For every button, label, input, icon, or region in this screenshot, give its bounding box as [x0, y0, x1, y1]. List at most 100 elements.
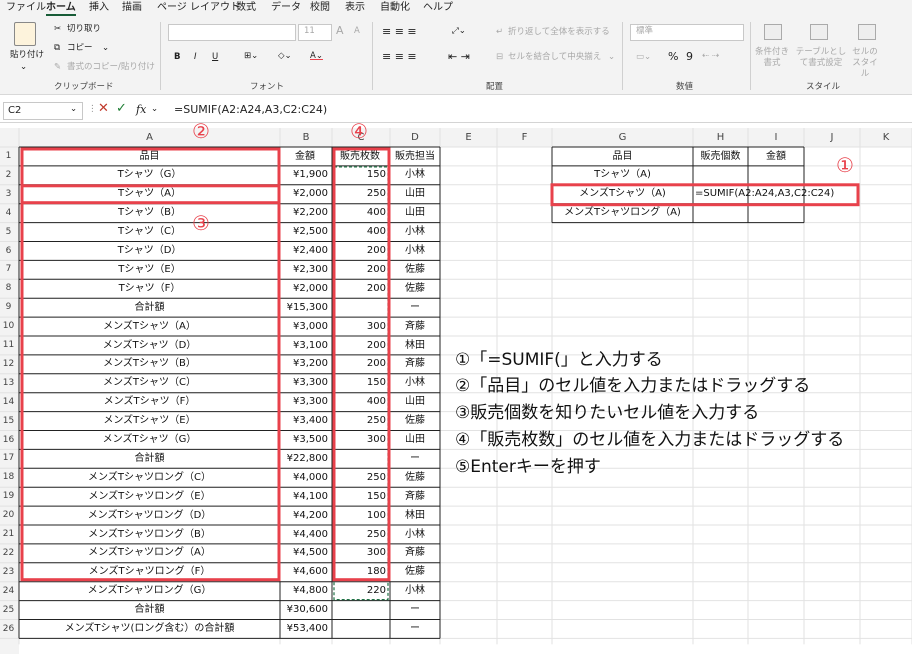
cell-c19[interactable]: 150 — [334, 487, 386, 506]
cell-b22[interactable]: ¥4,500 — [282, 543, 328, 562]
cell-d21[interactable]: 小林 — [390, 525, 440, 544]
cell-b2[interactable]: ¥1,900 — [282, 165, 328, 184]
row-header-14[interactable]: 14 — [0, 394, 17, 410]
cell-d8[interactable]: 佐藤 — [390, 279, 440, 298]
cell-b3[interactable]: ¥2,000 — [282, 184, 328, 203]
side-h3-formula[interactable]: =SUMIF(A2:A24,A3,C2:C24) — [695, 184, 855, 203]
side-header-1[interactable]: 販売個数 — [693, 147, 748, 166]
cell-b18[interactable]: ¥4,000 — [282, 468, 328, 487]
cell-b5[interactable]: ¥2,500 — [282, 222, 328, 241]
column-header-G[interactable]: G — [552, 130, 693, 146]
cell-d10[interactable]: 斉藤 — [390, 317, 440, 336]
cell-c6[interactable]: 200 — [334, 241, 386, 260]
row-header-20[interactable]: 20 — [0, 507, 17, 523]
cell-a4[interactable]: Tシャツ（B） — [19, 203, 280, 222]
cell-d18[interactable]: 佐藤 — [390, 468, 440, 487]
cell-d5[interactable]: 小林 — [390, 222, 440, 241]
cell-b20[interactable]: ¥4,200 — [282, 506, 328, 525]
cell-b1[interactable]: 金額 — [282, 147, 328, 166]
cell-b8[interactable]: ¥2,000 — [282, 279, 328, 298]
cell-d11[interactable]: 林田 — [390, 336, 440, 355]
column-header-H[interactable]: H — [693, 130, 748, 146]
cell-b25[interactable]: ¥30,600 — [282, 600, 328, 619]
cell-a19[interactable]: メンズTシャツロング（E） — [19, 487, 280, 506]
column-header-J[interactable]: J — [804, 130, 860, 146]
cell-c5[interactable]: 400 — [334, 222, 386, 241]
cell-a6[interactable]: Tシャツ（D） — [19, 241, 280, 260]
column-header-A[interactable]: A — [19, 130, 280, 146]
cell-a15[interactable]: メンズTシャツ（E） — [19, 411, 280, 430]
row-header-5[interactable]: 5 — [0, 224, 17, 240]
cell-a14[interactable]: メンズTシャツ（F） — [19, 392, 280, 411]
cell-d24[interactable]: 小林 — [390, 581, 440, 600]
cell-d13[interactable]: 小林 — [390, 373, 440, 392]
column-header-B[interactable]: B — [280, 130, 332, 146]
side-g3[interactable]: メンズTシャツ（A) — [552, 184, 693, 203]
cell-a5[interactable]: Tシャツ（C） — [19, 222, 280, 241]
cell-d4[interactable]: 山田 — [390, 203, 440, 222]
cell-d19[interactable]: 斉藤 — [390, 487, 440, 506]
row-header-6[interactable]: 6 — [0, 243, 17, 259]
row-header-1[interactable]: 1 — [0, 148, 17, 164]
cell-a18[interactable]: メンズTシャツロング（C） — [19, 468, 280, 487]
cell-b17[interactable]: ¥22,800 — [282, 449, 328, 468]
cell-a10[interactable]: メンズTシャツ（A） — [19, 317, 280, 336]
cell-a25[interactable]: 合計額 — [19, 600, 280, 619]
cell-b13[interactable]: ¥3,300 — [282, 373, 328, 392]
cell-c7[interactable]: 200 — [334, 260, 386, 279]
cell-d3[interactable]: 山田 — [390, 184, 440, 203]
row-header-16[interactable]: 16 — [0, 432, 17, 448]
cell-a12[interactable]: メンズTシャツ（B） — [19, 354, 280, 373]
cell-a21[interactable]: メンズTシャツロング（B） — [19, 525, 280, 544]
row-header-24[interactable]: 24 — [0, 583, 17, 599]
row-header-8[interactable]: 8 — [0, 280, 17, 296]
column-header-I[interactable]: I — [748, 130, 804, 146]
cell-d14[interactable]: 山田 — [390, 392, 440, 411]
cell-b4[interactable]: ¥2,200 — [282, 203, 328, 222]
row-header-26[interactable]: 26 — [0, 621, 17, 637]
cell-d17[interactable]: ー — [390, 449, 440, 468]
cell-d16[interactable]: 山田 — [390, 430, 440, 449]
cell-d12[interactable]: 斉藤 — [390, 354, 440, 373]
cell-d1[interactable]: 販売担当 — [390, 147, 440, 166]
row-header-25[interactable]: 25 — [0, 602, 17, 618]
cell-d9[interactable]: ー — [390, 298, 440, 317]
column-header-F[interactable]: F — [497, 130, 552, 146]
row-header-2[interactable]: 2 — [0, 167, 17, 183]
cell-a17[interactable]: 合計額 — [19, 449, 280, 468]
row-header-22[interactable]: 22 — [0, 545, 17, 561]
row-header-10[interactable]: 10 — [0, 318, 17, 334]
cell-b6[interactable]: ¥2,400 — [282, 241, 328, 260]
cell-d26[interactable]: ー — [390, 619, 440, 638]
cell-c1[interactable]: 販売枚数 — [334, 147, 386, 166]
row-header-11[interactable]: 11 — [0, 337, 17, 353]
cell-c10[interactable]: 300 — [334, 317, 386, 336]
cell-c23[interactable]: 180 — [334, 562, 386, 581]
cell-d20[interactable]: 林田 — [390, 506, 440, 525]
cell-a9[interactable]: 合計額 — [19, 298, 280, 317]
cell-c14[interactable]: 400 — [334, 392, 386, 411]
cell-c11[interactable]: 200 — [334, 336, 386, 355]
cell-c21[interactable]: 250 — [334, 525, 386, 544]
row-header-19[interactable]: 19 — [0, 488, 17, 504]
cell-a1[interactable]: 品目 — [19, 147, 280, 166]
row-header-3[interactable]: 3 — [0, 186, 17, 202]
cell-d15[interactable]: 佐藤 — [390, 411, 440, 430]
cell-b21[interactable]: ¥4,400 — [282, 525, 328, 544]
cell-a20[interactable]: メンズTシャツロング（D） — [19, 506, 280, 525]
cell-a7[interactable]: Tシャツ（E） — [19, 260, 280, 279]
cell-b9[interactable]: ¥15,300 — [282, 298, 328, 317]
cell-c18[interactable]: 250 — [334, 468, 386, 487]
cell-c24[interactable]: 220 — [334, 581, 386, 600]
column-header-K[interactable]: K — [860, 130, 912, 146]
cell-b15[interactable]: ¥3,400 — [282, 411, 328, 430]
cell-d7[interactable]: 佐藤 — [390, 260, 440, 279]
cell-b12[interactable]: ¥3,200 — [282, 354, 328, 373]
row-header-12[interactable]: 12 — [0, 356, 17, 372]
side-header-2[interactable]: 金額 — [748, 147, 804, 166]
cell-a11[interactable]: メンズTシャツ（D） — [19, 336, 280, 355]
side-header-0[interactable]: 品目 — [552, 147, 693, 166]
cell-b10[interactable]: ¥3,000 — [282, 317, 328, 336]
row-header-21[interactable]: 21 — [0, 526, 17, 542]
cell-b23[interactable]: ¥4,600 — [282, 562, 328, 581]
